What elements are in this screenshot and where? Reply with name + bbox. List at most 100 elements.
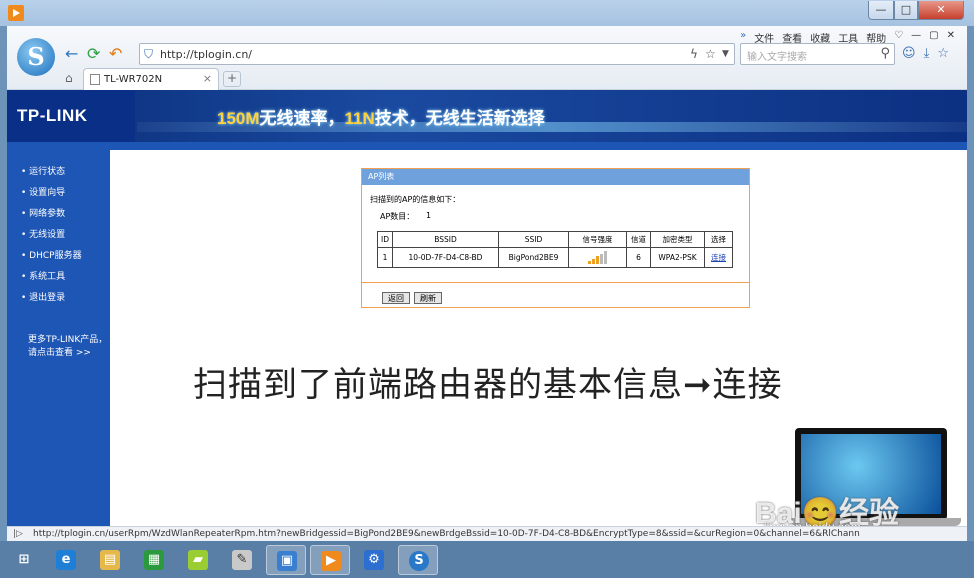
sidebar: 运行状态 设置向导 网络参数 无线设置 DHCP服务器 系统工具 退出登录 更多… [7, 150, 110, 526]
ap-list-panel: AP列表 扫描到的AP的信息如下： AP数目： 1 ID BSSID SSID … [361, 168, 750, 308]
close-icon[interactable]: ✕ [947, 30, 955, 45]
address-url[interactable]: http://tplogin.cn/ [160, 48, 252, 61]
signal-bar [603, 251, 607, 264]
refresh-button[interactable]: 刷新 [414, 292, 442, 304]
slogan-part-b: 无线速率， [259, 109, 345, 128]
download-icon[interactable]: ⤓ [924, 46, 930, 61]
taskbar-folder[interactable]: ▰ [178, 545, 218, 575]
sidebar-item-wizard[interactable]: 设置向导 [21, 185, 65, 198]
refresh-icon[interactable]: ⟳ [87, 46, 100, 62]
cell-ssid: BigPond2BE9 [498, 247, 569, 268]
minimize-button[interactable]: — [868, 1, 894, 20]
maximize-button[interactable]: □ [894, 1, 918, 20]
browser-window: » 文件 查看 收藏 工具 帮助 ♡ — ▢ ✕ ← ⟳ ↶ ⛉ http://… [7, 26, 967, 534]
maximize-icon[interactable]: ▢ [929, 30, 938, 45]
connect-link[interactable]: 连接 [711, 253, 726, 262]
smiley-icon[interactable]: ☺ [902, 46, 916, 61]
header-channel: 信道 [626, 231, 651, 248]
taskbar-explorer[interactable]: ▤ [90, 545, 130, 575]
ap-table: ID BSSID SSID 信号强度 信道 加密类型 选择 1 10-0D-7F… [377, 231, 733, 268]
header-id: ID [377, 231, 393, 248]
tab-tl-wr702n[interactable]: TL-WR702N × [83, 68, 219, 90]
taskbar-player[interactable]: ▶ [310, 545, 350, 575]
window-titlebar: — □ ✕ [0, 0, 974, 26]
signal-strength-icon [587, 251, 608, 264]
page-icon [90, 74, 100, 85]
minimize-icon[interactable]: — [911, 30, 921, 45]
banner-divider [7, 142, 967, 150]
cell-channel: 6 [626, 247, 651, 268]
browser-logo[interactable] [17, 38, 55, 76]
shield-icon: ⛉ [144, 47, 154, 61]
slogan-part-d: 技术，无线生活新选择 [374, 109, 545, 128]
address-bar[interactable]: ⛉ http://tplogin.cn/ ϟ ☆ ▼ [139, 43, 735, 65]
tplink-logo: TP-LINK [7, 90, 135, 142]
new-tab-button[interactable]: + [223, 71, 241, 87]
header-bssid: BSSID [392, 231, 499, 248]
ap-count-value: 1 [426, 211, 432, 220]
table-header: ID BSSID SSID 信号强度 信道 加密类型 选择 [377, 231, 733, 248]
taskbar-360-browser[interactable]: S [398, 545, 438, 575]
banner-slogan: 150M无线速率，11N技术，无线生活新选择 [217, 104, 545, 129]
taskbar-remote[interactable]: ▣ [266, 545, 306, 575]
sidebar-item-network[interactable]: 网络参数 [21, 206, 65, 219]
taskbar-ie[interactable]: e [46, 545, 86, 575]
favorites-star-icon[interactable]: ☆ [937, 46, 949, 61]
header-signal: 信号强度 [568, 231, 627, 248]
sidebar-item-status[interactable]: 运行状态 [21, 164, 65, 177]
sidebar-item-wireless[interactable]: 无线设置 [21, 227, 65, 240]
signal-bar [599, 253, 603, 264]
header-ssid: SSID [498, 231, 569, 248]
tplink-banner: TP-LINK 150M无线速率，11N技术，无线生活新选择 [7, 90, 967, 142]
status-icon: |▷ [13, 529, 23, 539]
home-icon[interactable]: ⌂ [65, 71, 73, 85]
taskbar: ⊞ e ▤ ▦ ▰ ✎ ▣ ▶ ⚙ S [0, 541, 974, 578]
scan-intro: 扫描到的AP的信息如下： [370, 195, 461, 204]
status-url: http://tplogin.cn/userRpm/WzdWlanRepeate… [33, 529, 860, 539]
sidebar-item-logout[interactable]: 退出登录 [21, 290, 65, 303]
cell-bssid: 10-0D-7F-D4-C8-BD [392, 247, 499, 268]
tab-close-icon[interactable]: × [203, 72, 212, 85]
more-line-1: 更多TP-LINK产品， [28, 335, 108, 345]
sidebar-item-dhcp[interactable]: DHCP服务器 [21, 248, 81, 261]
back-arrow-icon[interactable]: ← [65, 46, 78, 62]
taskbar-app[interactable]: ✎ [222, 545, 262, 575]
search-box[interactable]: 输入文字搜索 ⚲ [740, 43, 895, 65]
tutorial-caption: 扫描到了前端路由器的基本信息➞连接 [193, 365, 783, 405]
slogan-part-a: 150M [217, 109, 260, 128]
video-player-icon [8, 5, 24, 21]
cell-id: 1 [377, 247, 393, 268]
taskbar-store[interactable]: ▦ [134, 545, 174, 575]
ap-count-label: AP数目： [380, 212, 415, 221]
dropdown-arrow-icon[interactable]: ▼ [722, 49, 729, 59]
cell-select: 连接 [704, 247, 733, 268]
signal-bar [587, 261, 591, 264]
sidebar-more-products[interactable]: 更多TP-LINK产品， 请点击查看 >> [28, 334, 107, 360]
status-bar: |▷ http://tplogin.cn/userRpm/WzdWlanRepe… [7, 526, 967, 541]
browser-toolbar: » 文件 查看 收藏 工具 帮助 ♡ — ▢ ✕ ← ⟳ ↶ ⛉ http://… [7, 26, 967, 90]
lightning-icon[interactable]: ϟ [690, 47, 698, 61]
toolbar-right-icons: ☺ ⤓ ☆ [902, 46, 949, 61]
cell-signal [568, 247, 627, 268]
signal-bar [591, 258, 595, 264]
table-row: 1 10-0D-7F-D4-C8-BD BigPond2BE9 6 WPA2-P… [377, 247, 733, 268]
panel-divider [362, 282, 749, 283]
start-button[interactable]: ⊞ [4, 545, 44, 575]
search-placeholder: 输入文字搜索 [747, 52, 807, 63]
back-button[interactable]: 返回 [382, 292, 410, 304]
slogan-part-c: 11N [344, 109, 375, 128]
close-button[interactable]: ✕ [918, 1, 964, 20]
star-icon[interactable]: ☆ [705, 47, 716, 61]
undo-icon[interactable]: ↶ [109, 46, 122, 62]
taskbar-settings[interactable]: ⚙ [354, 545, 394, 575]
tab-title: TL-WR702N [104, 74, 163, 85]
search-icon[interactable]: ⚲ [880, 46, 890, 61]
header-select: 选择 [704, 231, 733, 248]
sidebar-item-system-tools[interactable]: 系统工具 [21, 269, 65, 282]
panel-title: AP列表 [362, 169, 749, 185]
cell-encryption: WPA2-PSK [650, 247, 705, 268]
router-page: TP-LINK 150M无线速率，11N技术，无线生活新选择 运行状态 设置向导… [7, 90, 967, 534]
panel-buttons: 返回 刷新 [382, 292, 442, 304]
skin-icon[interactable]: ♡ [894, 30, 903, 45]
header-encryption: 加密类型 [650, 231, 705, 248]
